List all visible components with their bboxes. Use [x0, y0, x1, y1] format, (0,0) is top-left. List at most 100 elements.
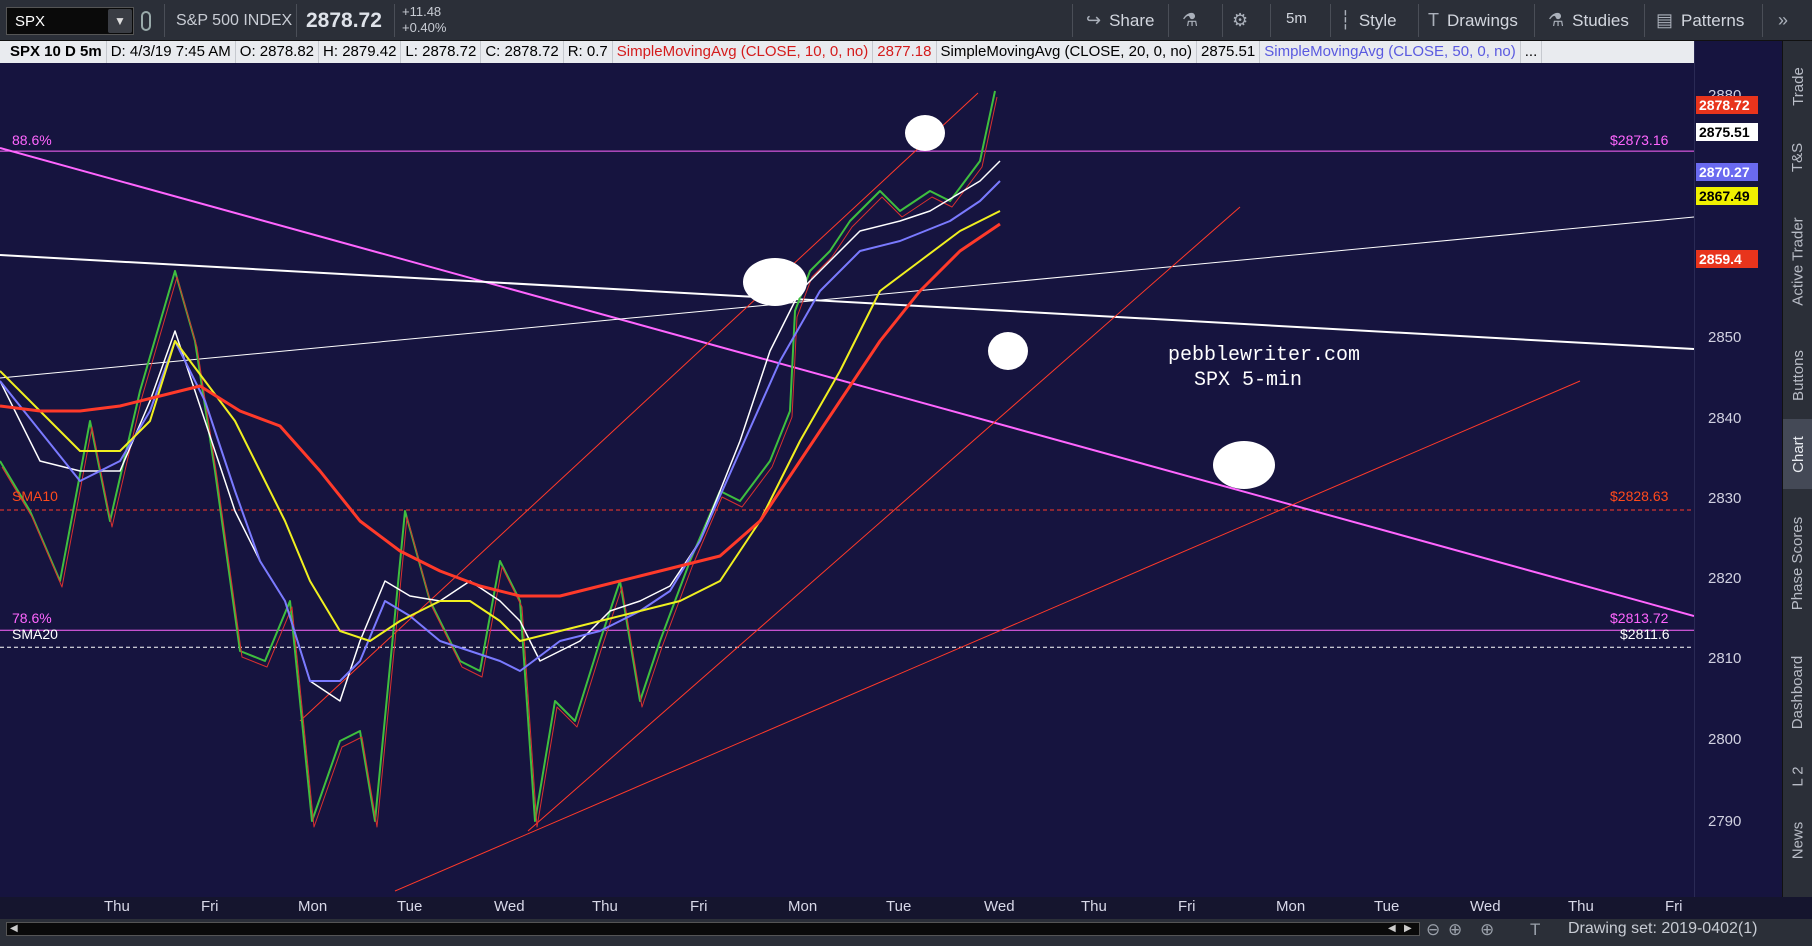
- tab-buttons[interactable]: Buttons: [1783, 335, 1812, 415]
- text-tool-icon[interactable]: T: [1530, 920, 1540, 940]
- tab-news[interactable]: News: [1783, 805, 1812, 875]
- tab-dashboard[interactable]: Dashboard: [1783, 637, 1812, 747]
- date-tick: Wed: [1470, 898, 1501, 915]
- time-scrollbar[interactable]: [6, 922, 1420, 936]
- price-tick: 2820: [1708, 570, 1742, 587]
- date-tick: Tue: [1374, 898, 1400, 915]
- price-change: +11.48 +0.40%: [402, 4, 446, 36]
- last-price-tag: 2878.72: [1696, 96, 1758, 114]
- net-change: +11.48: [402, 4, 442, 19]
- bar-open: O: 2878.82: [236, 41, 320, 63]
- patterns-icon: ▤: [1656, 10, 1674, 30]
- date-tick: Fri: [201, 898, 219, 915]
- crosshair-icon[interactable]: ⊕: [1448, 920, 1462, 940]
- date-tick: Thu: [104, 898, 130, 915]
- tab-active-trader[interactable]: Active Trader: [1783, 191, 1812, 331]
- style-label: Style: [1358, 10, 1397, 30]
- drawing-set-label[interactable]: Drawing set: 2019-0402(1): [1568, 920, 1757, 938]
- date-tick: Tue: [397, 898, 423, 915]
- date-tick: Fri: [690, 898, 708, 915]
- date-tick: Fri: [1665, 898, 1683, 915]
- sma50-value: ...: [1521, 41, 1543, 63]
- date-tick: Wed: [984, 898, 1015, 915]
- bar-range: R: 0.7: [564, 41, 613, 63]
- patterns-label: Patterns: [1681, 10, 1745, 30]
- zoom-out-icon[interactable]: ⊖: [1426, 920, 1440, 940]
- date-tick: Tue: [886, 898, 912, 915]
- patterns-button[interactable]: ▤ Patterns: [1656, 10, 1744, 31]
- date-tick: Thu: [1568, 898, 1594, 915]
- price-chart[interactable]: [0, 41, 1694, 897]
- price-tick: 2800: [1708, 731, 1742, 748]
- bar-datetime: D: 4/3/19 7:45 AM: [107, 41, 236, 63]
- interval-button[interactable]: 5m: [1286, 10, 1307, 27]
- date-tick: Thu: [1081, 898, 1107, 915]
- white-rising-trendline[interactable]: [0, 216, 1694, 379]
- settings-button[interactable]: ⚙: [1232, 10, 1248, 31]
- flask-icon: ⚗: [1548, 10, 1565, 30]
- percent-change: +0.40%: [402, 20, 447, 35]
- top-toolbar: SPX ▼ S&P 500 INDEX 2878.72 +11.48 +0.40…: [0, 0, 1812, 41]
- white-trendline[interactable]: [0, 254, 1694, 350]
- price-down-series[interactable]: [1, 96, 998, 828]
- sma50-line[interactable]: [0, 180, 1001, 682]
- company-name: S&P 500 INDEX: [176, 12, 293, 29]
- scroll-end-arrow[interactable]: ▶: [1404, 923, 1412, 934]
- price-tick: 2840: [1708, 410, 1742, 427]
- tab-level2[interactable]: L 2: [1783, 751, 1812, 801]
- bar-low: L: 2878.72: [401, 41, 482, 63]
- gear-icon: ⚙: [1232, 10, 1249, 30]
- zoom-in-icon[interactable]: ⊕: [1480, 920, 1494, 940]
- last-price: 2878.72: [306, 9, 382, 32]
- style-button[interactable]: ┆ Style: [1340, 10, 1397, 31]
- flask-button[interactable]: ⚗: [1182, 10, 1198, 31]
- highlight-ellipse[interactable]: [988, 332, 1028, 370]
- highlight-ellipse[interactable]: [905, 115, 945, 151]
- scroll-left-arrow[interactable]: ◀: [10, 923, 18, 934]
- tab-phase-scores[interactable]: Phase Scores: [1783, 493, 1812, 633]
- bar-close: C: 2878.72: [481, 41, 564, 63]
- upper-channel-line[interactable]: [299, 92, 979, 722]
- studies-button[interactable]: ⚗ Studies: [1548, 10, 1629, 31]
- studies-label: Studies: [1572, 10, 1629, 30]
- price-series[interactable]: [0, 90, 996, 822]
- mid-channel-line[interactable]: [527, 206, 1241, 832]
- sma50-label[interactable]: SimpleMovingAvg (CLOSE, 50, 0, no): [1260, 41, 1521, 63]
- highlight-ellipse[interactable]: [1213, 441, 1275, 489]
- share-button[interactable]: ↪ Share: [1086, 10, 1154, 31]
- study-info-bar: SPX 10 D 5m D: 4/3/19 7:45 AM O: 2878.82…: [0, 41, 1694, 63]
- sma-yellow-price-tag: 2867.49: [1696, 187, 1758, 205]
- date-tick: Wed: [494, 898, 525, 915]
- highlight-ellipse[interactable]: [743, 258, 807, 306]
- fib-886-label: 88.6%: [12, 132, 52, 148]
- sma10-label[interactable]: SimpleMovingAvg (CLOSE, 10, 0, no): [613, 41, 874, 63]
- scroll-right-arrow[interactable]: ◀: [1388, 923, 1396, 934]
- side-panel-tabs: Trade T&S Active Trader Buttons Chart Ph…: [1782, 41, 1812, 897]
- sma10-value: 2877.18: [873, 41, 937, 63]
- sma10-level-label: SMA10: [12, 488, 58, 504]
- annotation-caption[interactable]: SPX 5-min: [1194, 369, 1302, 392]
- share-label: Share: [1109, 10, 1155, 30]
- sma20-label[interactable]: SimpleMovingAvg (CLOSE, 20, 0, no): [937, 41, 1198, 63]
- drawings-label: Drawings: [1447, 10, 1518, 30]
- date-tick: Mon: [298, 898, 328, 915]
- drawings-button[interactable]: T Drawings: [1428, 10, 1518, 31]
- chevron-down-icon[interactable]: ▼: [108, 9, 132, 33]
- panel-toggle-button[interactable]: »: [1778, 10, 1788, 31]
- tab-chart[interactable]: Chart: [1783, 419, 1812, 489]
- sma20-level-label: SMA20: [12, 626, 58, 642]
- lower-channel-line[interactable]: [394, 380, 1581, 892]
- bar-high: H: 2879.42: [319, 41, 402, 63]
- share-icon: ↪: [1086, 10, 1102, 30]
- annotation-site[interactable]: pebblewriter.com: [1168, 344, 1360, 367]
- sma50-price-tag: 2870.27: [1696, 163, 1758, 181]
- price-tick: 2810: [1708, 650, 1742, 667]
- sma20-price-tag: 2875.51: [1696, 123, 1758, 141]
- date-tick: Mon: [788, 898, 818, 915]
- date-tick: Thu: [592, 898, 618, 915]
- tab-time-and-sales[interactable]: T&S: [1783, 127, 1812, 187]
- sma-red-price-tag: 2859.4: [1696, 250, 1758, 268]
- link-icon[interactable]: [141, 11, 151, 31]
- sma20-value: 2875.51: [1197, 41, 1261, 63]
- tab-trade[interactable]: Trade: [1783, 51, 1812, 121]
